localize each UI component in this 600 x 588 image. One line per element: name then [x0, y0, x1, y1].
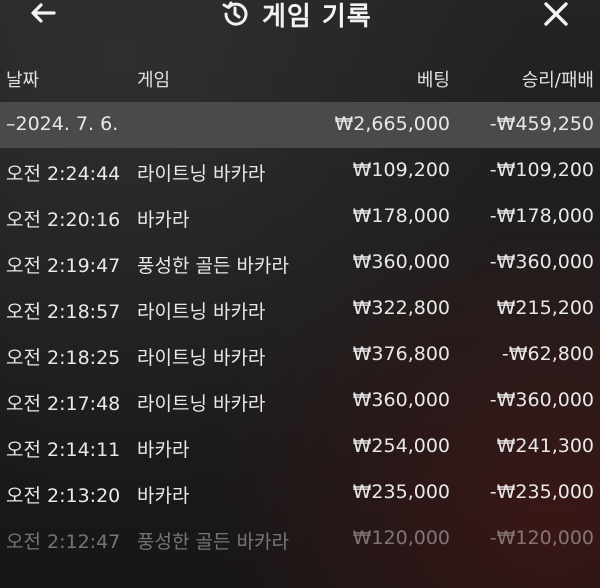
row-bet: ₩254,000 — [352, 435, 450, 457]
row-bet: ₩360,000 — [352, 251, 450, 273]
row-game: 라이트닝 바카라 — [137, 393, 266, 415]
close-button[interactable] — [540, 0, 572, 30]
row-win-loss: ₩241,300 — [496, 435, 594, 457]
row-time: 오전 2:19:47 — [6, 255, 121, 277]
row-game: 라이트닝 바카라 — [137, 163, 266, 185]
row-win-loss: -₩235,000 — [489, 481, 594, 503]
close-icon — [544, 2, 568, 26]
summary-win-loss: -₩459,250 — [489, 113, 594, 135]
row-time: 오전 2:18:57 — [6, 301, 121, 323]
table-row[interactable]: 오전 2:12:47 풍성한 골든 바카라 ₩120,000 -₩120,000 — [0, 516, 600, 562]
column-bet-header: 베팅 — [416, 70, 450, 91]
row-game: 바카라 — [137, 485, 190, 507]
column-game-header: 게임 — [137, 70, 171, 91]
table-row[interactable]: 오전 2:19:47 풍성한 골든 바카라 ₩360,000 -₩360,000 — [0, 240, 600, 286]
row-win-loss: -₩360,000 — [489, 389, 594, 411]
arrow-left-icon — [31, 3, 56, 23]
table-row[interactable]: 오전 2:14:11 바카라 ₩254,000 ₩241,300 — [0, 424, 600, 470]
back-button[interactable] — [28, 0, 58, 30]
row-game: 바카라 — [137, 439, 190, 461]
history-table: –2024. 7. 6. ₩2,665,000 -₩459,250 오전 2:2… — [0, 102, 600, 562]
row-win-loss: -₩120,000 — [489, 527, 594, 549]
date-summary-row[interactable]: –2024. 7. 6. ₩2,665,000 -₩459,250 — [0, 102, 600, 148]
row-win-loss: -₩109,200 — [489, 159, 594, 181]
row-game: 라이트닝 바카라 — [137, 301, 266, 323]
row-game: 바카라 — [137, 209, 190, 231]
row-time: 오전 2:14:11 — [6, 439, 121, 461]
row-bet: ₩178,000 — [352, 205, 450, 227]
row-time: 오전 2:20:16 — [6, 209, 121, 231]
row-time: 오전 2:18:25 — [6, 347, 121, 369]
table-row[interactable]: 오전 2:24:44 라이트닝 바카라 ₩109,200 -₩109,200 — [0, 148, 600, 194]
row-win-loss: -₩62,800 — [501, 343, 594, 365]
history-icon — [222, 1, 248, 26]
row-bet: ₩376,800 — [352, 343, 450, 365]
row-bet: ₩322,800 — [352, 297, 450, 319]
row-bet: ₩360,000 — [352, 389, 450, 411]
summary-date: –2024. 7. 6. — [6, 113, 119, 135]
row-time: 오전 2:12:47 — [6, 531, 121, 553]
row-time: 오전 2:24:44 — [6, 163, 121, 185]
row-game: 풍성한 골든 바카라 — [137, 255, 289, 277]
header-bar: 게임 기록 — [0, 0, 600, 40]
row-time: 오전 2:17:48 — [6, 393, 121, 415]
row-win-loss: ₩215,200 — [496, 297, 594, 319]
row-game: 라이트닝 바카라 — [137, 347, 266, 369]
row-time: 오전 2:13:20 — [6, 485, 121, 507]
row-game: 풍성한 골든 바카라 — [137, 531, 289, 553]
title-group: 게임 기록 — [220, 0, 372, 32]
column-header: 날짜 게임 베팅 승리/패배 — [0, 64, 600, 94]
summary-bet: ₩2,665,000 — [334, 113, 450, 135]
page-title: 게임 기록 — [262, 1, 372, 32]
row-win-loss: -₩178,000 — [489, 205, 594, 227]
table-row[interactable]: 오전 2:13:20 바카라 ₩235,000 -₩235,000 — [0, 470, 600, 516]
column-win-loss-header: 승리/패배 — [521, 70, 594, 91]
table-row[interactable]: 오전 2:17:48 라이트닝 바카라 ₩360,000 -₩360,000 — [0, 378, 600, 424]
row-bet: ₩235,000 — [352, 481, 450, 503]
row-bet: ₩120,000 — [352, 527, 450, 549]
row-win-loss: -₩360,000 — [489, 251, 594, 273]
table-row[interactable]: 오전 2:18:57 라이트닝 바카라 ₩322,800 ₩215,200 — [0, 286, 600, 332]
row-bet: ₩109,200 — [352, 159, 450, 181]
table-row[interactable]: 오전 2:18:25 라이트닝 바카라 ₩376,800 -₩62,800 — [0, 332, 600, 378]
table-row[interactable]: 오전 2:20:16 바카라 ₩178,000 -₩178,000 — [0, 194, 600, 240]
column-date-header: 날짜 — [6, 70, 40, 91]
